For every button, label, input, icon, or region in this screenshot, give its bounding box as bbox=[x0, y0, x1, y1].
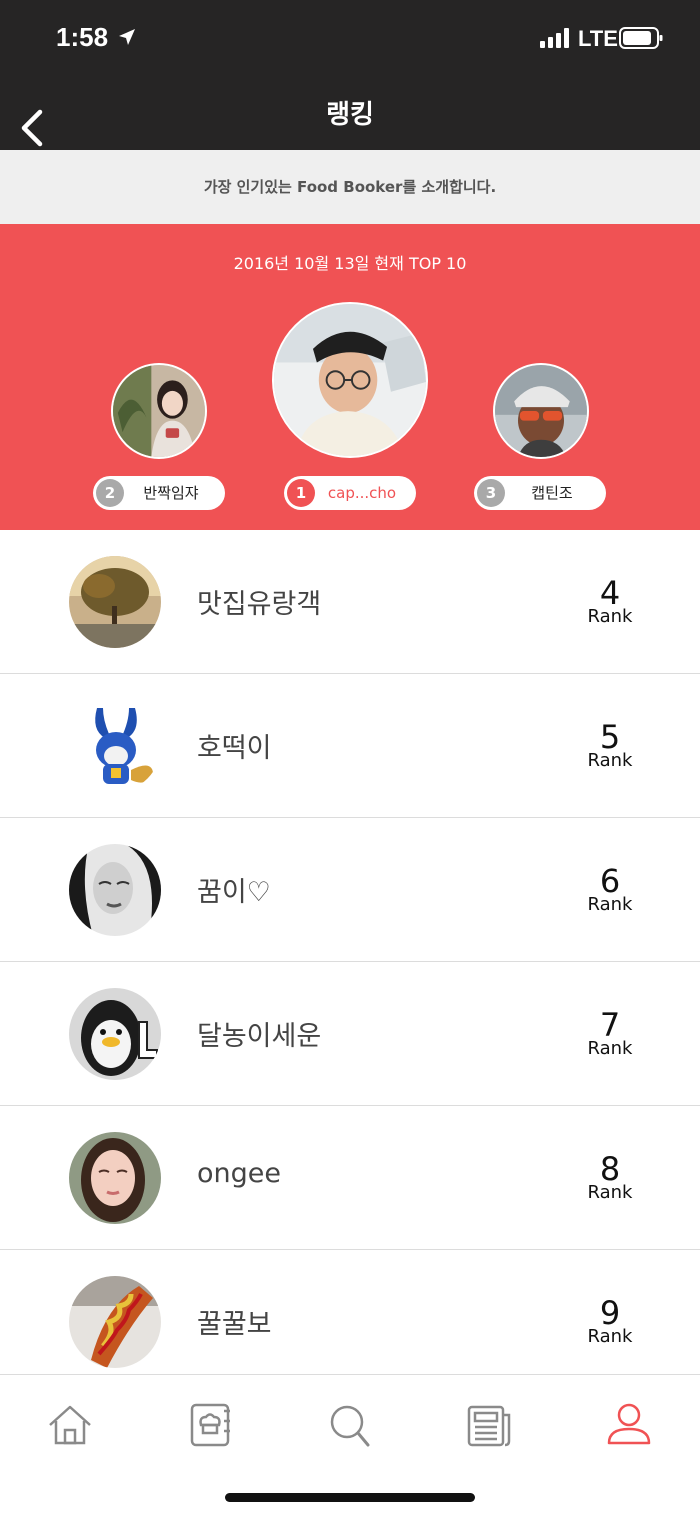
rank3-badge: 3 bbox=[477, 479, 505, 507]
cellular-signal-icon bbox=[540, 28, 569, 48]
avatar bbox=[69, 1276, 161, 1368]
rank-label: Rank bbox=[587, 750, 633, 771]
rank1-name-pill[interactable]: 1 cap...cho bbox=[284, 476, 416, 510]
tab-home[interactable] bbox=[46, 1401, 94, 1449]
user-name: 꿈이♡ bbox=[197, 877, 271, 908]
nav-bar: 랭킹 bbox=[0, 80, 700, 150]
user-name: 꿀꿀보 bbox=[197, 1309, 272, 1340]
avatar-photo-man-sunglasses bbox=[495, 365, 587, 457]
user-name: 달농이세운 bbox=[197, 1021, 322, 1052]
list-item[interactable]: ongee 8 Rank bbox=[0, 1106, 700, 1250]
user-name: ongee bbox=[197, 1158, 281, 1189]
battery-icon bbox=[619, 27, 663, 49]
rank-label: Rank bbox=[587, 1326, 633, 1347]
avatar bbox=[69, 556, 161, 648]
rank-number: 4 bbox=[599, 574, 621, 612]
recipe-book-icon bbox=[190, 1403, 230, 1447]
status-time: 1:58 bbox=[56, 22, 109, 52]
tab-search[interactable] bbox=[326, 1401, 374, 1449]
rank-label: Rank bbox=[587, 1038, 633, 1059]
home-icon bbox=[49, 1405, 91, 1445]
rank2-name: 반짝임쟈 bbox=[143, 484, 199, 502]
rank2-avatar[interactable] bbox=[111, 363, 207, 459]
rank-label: Rank bbox=[587, 606, 633, 627]
rank-indicator: 6 Rank bbox=[570, 862, 650, 915]
list-item[interactable]: 호떡이 5 Rank bbox=[0, 674, 700, 818]
top3-podium: 2016년 10월 13일 현재 TOP 10 2 반짝임쟈 1 cap...c… bbox=[0, 224, 700, 530]
intro-text: 가장 인기있는 Food Booker를 소개합니다. bbox=[203, 178, 497, 196]
rank-number: 9 bbox=[599, 1294, 621, 1332]
page-title: 랭킹 bbox=[326, 100, 374, 130]
rank1-avatar[interactable] bbox=[272, 302, 428, 458]
list-item[interactable]: 꿀꿀보 9 Rank bbox=[0, 1250, 700, 1374]
avatar-photo-tree bbox=[69, 556, 161, 648]
rank-indicator: 7 Rank bbox=[570, 1006, 650, 1059]
rank-number: 6 bbox=[599, 862, 621, 900]
rank3-avatar[interactable] bbox=[493, 363, 589, 459]
rank1-badge: 1 bbox=[287, 479, 315, 507]
avatar bbox=[69, 844, 161, 936]
location-arrow-icon bbox=[119, 29, 135, 45]
user-name: 맛집유랑객 bbox=[197, 589, 322, 620]
rank-number: 7 bbox=[599, 1006, 621, 1044]
profile-icon bbox=[607, 1403, 651, 1445]
network-type: LTE bbox=[578, 26, 618, 51]
avatar bbox=[69, 700, 161, 792]
avatar-photo-bunny-character bbox=[69, 700, 161, 792]
list-item[interactable]: 꿈이♡ 6 Rank bbox=[0, 818, 700, 962]
avatar-photo-corndog bbox=[69, 1276, 161, 1368]
tab-profile[interactable] bbox=[605, 1401, 653, 1449]
user-name: 호떡이 bbox=[197, 733, 272, 764]
rank3-name-pill[interactable]: 3 캡틴조 bbox=[474, 476, 606, 510]
rank-indicator: 9 Rank bbox=[570, 1294, 650, 1347]
news-icon bbox=[467, 1405, 511, 1447]
rank-label: Rank bbox=[587, 1182, 633, 1203]
rank-number: 8 bbox=[599, 1150, 621, 1188]
status-bar: 1:58 LTE bbox=[0, 0, 700, 80]
avatar-photo-penguin-character bbox=[69, 988, 161, 1080]
rank-label: Rank bbox=[587, 894, 633, 915]
rank3-name: 캡틴조 bbox=[531, 484, 573, 502]
rank2-name-pill[interactable]: 2 반짝임쟈 bbox=[93, 476, 225, 510]
tab-bar bbox=[0, 1374, 700, 1515]
tab-news[interactable] bbox=[465, 1401, 513, 1449]
avatar-photo-woman-selfie bbox=[69, 1132, 161, 1224]
rank1-name: cap...cho bbox=[327, 484, 397, 502]
tab-recipe-book[interactable] bbox=[186, 1401, 234, 1449]
list-item[interactable]: 맛집유랑객 4 Rank bbox=[0, 530, 700, 674]
ranking-list[interactable]: 맛집유랑객 4 Rank 호떡이 5 Rank 꿈이♡ 6 Rank 달농이세운… bbox=[0, 530, 700, 1374]
top3-date-label: 2016년 10월 13일 현재 TOP 10 bbox=[233, 254, 467, 273]
rank-indicator: 4 Rank bbox=[570, 574, 650, 627]
rank2-badge: 2 bbox=[96, 479, 124, 507]
list-item[interactable]: 달농이세운 7 Rank bbox=[0, 962, 700, 1106]
avatar-photo-man-cap bbox=[274, 304, 426, 456]
search-icon bbox=[330, 1405, 370, 1447]
avatar-photo-bw-portrait bbox=[69, 844, 161, 936]
home-indicator[interactable] bbox=[225, 1493, 475, 1502]
avatar bbox=[69, 1132, 161, 1224]
intro-banner: 가장 인기있는 Food Booker를 소개합니다. bbox=[0, 150, 700, 224]
rank-indicator: 5 Rank bbox=[570, 718, 650, 771]
rank-number: 5 bbox=[599, 718, 621, 756]
avatar-photo-woman bbox=[113, 365, 205, 457]
rank-indicator: 8 Rank bbox=[570, 1150, 650, 1203]
avatar bbox=[69, 988, 161, 1080]
